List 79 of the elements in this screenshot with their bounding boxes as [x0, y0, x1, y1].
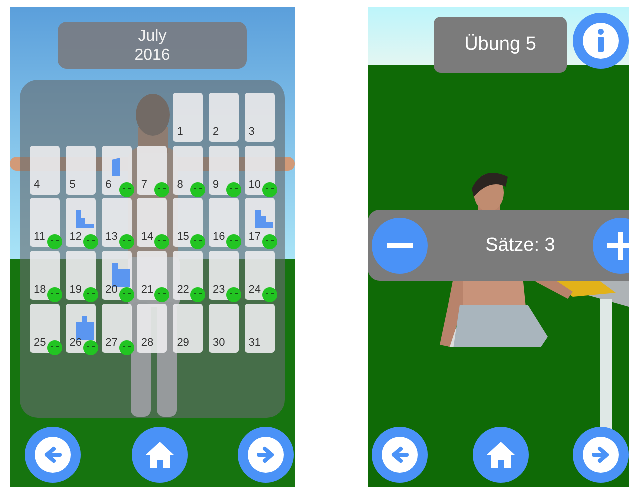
day-number: 11 [34, 231, 46, 244]
calendar-day[interactable]: 5 [66, 146, 96, 195]
calendar-day[interactable]: 19 [66, 251, 96, 300]
calendar-day[interactable]: 3 [244, 93, 275, 142]
home-icon [144, 441, 174, 469]
calendar-day[interactable]: 17 [244, 198, 275, 248]
calendar-day[interactable]: 18 [30, 251, 60, 300]
day-number: 9 [212, 178, 220, 191]
day-number: 6 [106, 178, 112, 191]
calendar-day[interactable]: 27 [102, 304, 132, 353]
day-number: 26 [70, 336, 82, 349]
day-number: 5 [70, 178, 76, 191]
calendar-day[interactable]: 4 [30, 146, 60, 195]
day-number: 28 [141, 336, 154, 349]
arrow-right-icon [581, 435, 621, 475]
calendar-day[interactable]: 1 [173, 93, 204, 142]
calendar-day[interactable]: 6 [102, 146, 132, 195]
day-number: 15 [177, 231, 190, 244]
day-number: 19 [70, 284, 82, 296]
info-icon [581, 21, 621, 61]
day-number: 1 [177, 126, 184, 138]
calendar-day[interactable]: 21 [137, 251, 168, 300]
day-number: 29 [177, 336, 190, 349]
day-number: 17 [248, 231, 262, 244]
day-number: 13 [106, 231, 118, 244]
day-number: 31 [248, 336, 262, 349]
activity-chart-icon [76, 210, 94, 228]
calendar-day[interactable]: 7 [137, 146, 168, 195]
day-number: 4 [34, 178, 40, 191]
calendar-day[interactable]: 31 [244, 304, 275, 353]
day-number: 2 [212, 126, 220, 138]
calendar-day[interactable]: 29 [173, 304, 204, 353]
calendar-day[interactable]: 16 [208, 198, 239, 248]
sets-label: Sätze: 3 [486, 234, 556, 256]
calendar-day[interactable]: 14 [137, 198, 168, 248]
calendar-day[interactable]: 24 [244, 251, 275, 300]
day-number: 10 [248, 178, 262, 191]
arrow-left-icon [380, 435, 420, 475]
day-number: 22 [177, 284, 190, 296]
minus-icon [387, 242, 413, 248]
day-number: 12 [70, 231, 82, 244]
calendar-day[interactable]: 26 [66, 304, 96, 353]
day-number: 30 [212, 336, 226, 349]
calendar-day[interactable]: 15 [173, 198, 204, 248]
day-number: 21 [141, 284, 154, 296]
home-icon [486, 441, 516, 469]
calendar-day[interactable]: 22 [173, 251, 204, 300]
calendar-day[interactable]: 20 [102, 251, 132, 300]
activity-chart-icon [76, 316, 94, 340]
day-number: 8 [177, 178, 184, 191]
day-number: 20 [106, 284, 118, 296]
year-label: 2016 [134, 46, 170, 64]
day-number: 23 [212, 284, 226, 296]
day-number: 18 [34, 284, 46, 296]
calendar-day[interactable]: 9 [208, 146, 239, 195]
day-number: 24 [248, 284, 262, 296]
calendar-day[interactable]: 11 [30, 198, 60, 248]
calendar-day[interactable]: 30 [208, 304, 239, 353]
exercise-title: Übung 5 [434, 17, 567, 73]
calendar-day[interactable]: 10 [244, 146, 275, 195]
arrow-left-icon [33, 435, 73, 475]
activity-chart-icon [112, 158, 120, 176]
day-number: 3 [248, 126, 255, 138]
day-number: 7 [141, 178, 148, 191]
calendar-day[interactable]: 25 [30, 304, 60, 353]
arrow-right-icon [246, 435, 286, 475]
calendar-day[interactable]: 23 [208, 251, 239, 300]
plus-icon [607, 232, 629, 260]
month-label: July [138, 26, 167, 46]
calendar-day[interactable]: 8 [173, 146, 204, 195]
day-number: 16 [212, 231, 226, 244]
calendar-day[interactable]: 12 [66, 198, 96, 248]
day-number: 14 [141, 231, 154, 244]
day-number: 27 [106, 336, 118, 349]
day-number: 25 [34, 336, 46, 349]
calendar-day[interactable]: 28 [137, 304, 168, 353]
activity-chart-icon [254, 210, 273, 228]
calendar-day[interactable]: 2 [208, 93, 239, 142]
calendar-day[interactable]: 13 [102, 198, 132, 248]
